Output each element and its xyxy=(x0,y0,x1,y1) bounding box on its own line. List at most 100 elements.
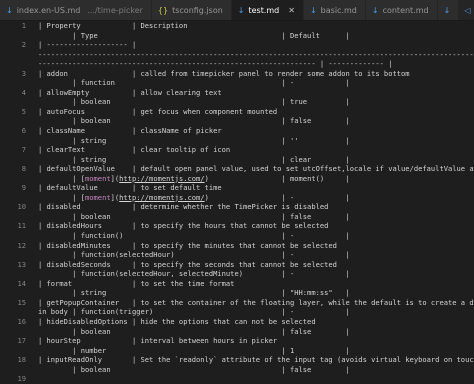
code-line: 6 | className | className of picker xyxy=(0,126,474,136)
line-text: ----------------------------------------… xyxy=(38,59,393,69)
line-text: | disabledHours | to specify the hours t… xyxy=(38,221,329,231)
line-number: 11 xyxy=(17,221,26,231)
line-text: | function | - | xyxy=(38,78,350,88)
line-text: | function(selectedHour) | - | xyxy=(38,250,350,260)
line-text: | autoFocus | get focus when component m… xyxy=(38,106,278,116)
close-icon[interactable]: ✕ xyxy=(288,6,295,15)
line-number: 1 xyxy=(21,21,26,30)
line-text: | string | clear | xyxy=(38,154,350,164)
line-text: | boolean | true | xyxy=(38,97,350,107)
link-text: moment xyxy=(84,173,111,183)
code-line: | boolean | false | xyxy=(0,116,474,126)
link-url[interactable]: http://momentjs.com/ xyxy=(119,193,204,202)
code-line: 18 | inputReadOnly | Set the `readonly` a… xyxy=(0,355,474,365)
tab-label: content.md xyxy=(382,5,429,15)
line-text: | disabledMinutes | to specify the minut… xyxy=(38,240,337,250)
code-line: | [moment](http://momentjs.com/) | - | xyxy=(0,193,474,203)
line-number: 9 xyxy=(21,183,26,193)
code-line: | function | - | xyxy=(0,78,474,88)
line-number: 12 xyxy=(17,240,26,250)
tab-index-en-us-md[interactable]: ↓ index.en-US.md .../time-picker xyxy=(0,0,152,20)
line-text: ----------------------------------------… xyxy=(38,49,474,59)
line-text: | ------------------- | xyxy=(38,40,137,50)
line-text: | boolean | false | xyxy=(38,116,350,126)
line-text: | getPopupContainer | to set the contain… xyxy=(38,297,474,307)
code-line: 12 | disabledMinutes | to specify the min… xyxy=(0,241,474,251)
line-text: | string | '' | xyxy=(38,135,350,145)
line-number: 2 xyxy=(21,40,26,50)
tab-basic-md[interactable]: ↓ basic.md xyxy=(303,0,366,20)
code-editor[interactable]: 1 | Property | Description | Type | Defau… xyxy=(0,21,474,384)
line-number: 17 xyxy=(17,336,26,346)
code-line: 15 | getPopupContainer | to set the conta… xyxy=(0,298,474,308)
code-line: | boolean | false | xyxy=(0,365,474,375)
line-text: | function(selectedHour, selectedMinute)… xyxy=(38,269,350,279)
md-icon: ↓ xyxy=(443,5,451,15)
line-text: | hourStep | interval between hours in p… xyxy=(38,336,278,346)
tab-content-md[interactable]: ↓ content.md xyxy=(365,0,438,20)
code-line: 10 | disabled | determine whether the Tim… xyxy=(0,202,474,212)
line-text: | format | to set the time format xyxy=(38,278,235,288)
code-line: 3 | addon | called from timepicker panel … xyxy=(0,69,474,79)
line-text: in body | function(trigger) | - | xyxy=(38,307,350,317)
line-text: | inputReadOnly | Set the `readonly` att… xyxy=(38,355,474,365)
line-text: | string | "HH:mm:ss" | xyxy=(38,288,350,298)
md-icon: ↓ xyxy=(237,5,245,15)
line-text: | number | 1 | xyxy=(38,345,350,355)
line-text: | boolean | false | xyxy=(38,326,350,336)
md-icon: ↓ xyxy=(6,5,13,15)
code-line: 5 | autoFocus | get focus when component … xyxy=(0,107,474,117)
tab-path: .../time-picker xyxy=(87,5,143,15)
line-text: | defaultOpenValue | default open panel … xyxy=(38,164,474,174)
line-text: | disabled | determine whether the TimeP… xyxy=(38,202,329,212)
code-line: | string | "HH:mm:ss" | xyxy=(0,288,474,298)
line-text: | addon | called from timepicker panel t… xyxy=(38,68,410,78)
line-text: | boolean | false | xyxy=(38,364,350,374)
md-icon: ↓ xyxy=(371,5,379,15)
code-line: 19 xyxy=(0,374,474,384)
code-line: | boolean | true | xyxy=(0,97,474,107)
line-text: | Property | Description xyxy=(38,21,188,30)
code-line: in body | function(trigger) | - | xyxy=(0,307,474,317)
link-text: moment xyxy=(84,192,111,202)
line-text: | defaultValue | to set default time xyxy=(38,183,222,193)
code-line: | string | '' | xyxy=(0,136,474,146)
code-line: 7 | clearText | clear tooltip of icon xyxy=(0,145,474,155)
md-icon: ↓ xyxy=(309,5,317,15)
line-number: 15 xyxy=(17,297,26,307)
tab-label: index.en-US.md xyxy=(16,5,81,15)
code-line: 14 | format | to set the time format xyxy=(0,279,474,289)
line-text: | allowEmpty | allow clearing text xyxy=(38,87,222,97)
line-text: | clearText | clear tooltip of icon xyxy=(38,145,231,155)
link-url[interactable]: http://momentjs.com/ xyxy=(119,174,204,183)
tab-label: tsconfig.json xyxy=(172,5,223,15)
code-line: | boolean | false | xyxy=(0,327,474,337)
tab-overflow[interactable]: ↓ xyxy=(437,0,460,20)
line-number: 14 xyxy=(17,278,26,288)
line-number: 4 xyxy=(21,87,26,97)
tab-tsconfig-json[interactable]: {} tsconfig.json xyxy=(151,0,232,20)
code-line: 9 | defaultValue | to set default time xyxy=(0,183,474,193)
line-text: | className | className of picker xyxy=(38,126,222,136)
json-icon: {} xyxy=(157,5,169,15)
vscode-icon[interactable]: ◁ xyxy=(459,0,474,20)
tab-label: basic.md xyxy=(320,5,357,15)
line-number: 19 xyxy=(17,374,26,384)
line-number: 8 xyxy=(21,164,26,174)
code-line: 4 | allowEmpty | allow clearing text xyxy=(0,88,474,98)
line-text: | function() | - | xyxy=(38,231,350,241)
line-number: 6 xyxy=(21,126,26,136)
line-text: | disabledSeconds | to specify the secon… xyxy=(38,259,337,269)
line-number: 3 xyxy=(21,68,26,78)
line-number: 13 xyxy=(17,259,26,269)
code-line: | [moment](http://momentjs.com/) | momen… xyxy=(0,174,474,184)
line-text: | [moment](http://momentjs.com/) | - | xyxy=(38,192,350,202)
code-line: | Type | Default | xyxy=(0,31,474,41)
code-line: ----------------------------------------… xyxy=(0,59,474,69)
code-line: 8 | defaultOpenValue | default open panel… xyxy=(0,164,474,174)
code-line: 17 | hourStep | interval between hours in… xyxy=(0,336,474,346)
line-number: 16 xyxy=(17,316,26,326)
tab-test-md[interactable]: ↓ test.md ✕ xyxy=(231,0,304,20)
line-number: 7 xyxy=(21,145,26,155)
code-line: | boolean | false | xyxy=(0,212,474,222)
